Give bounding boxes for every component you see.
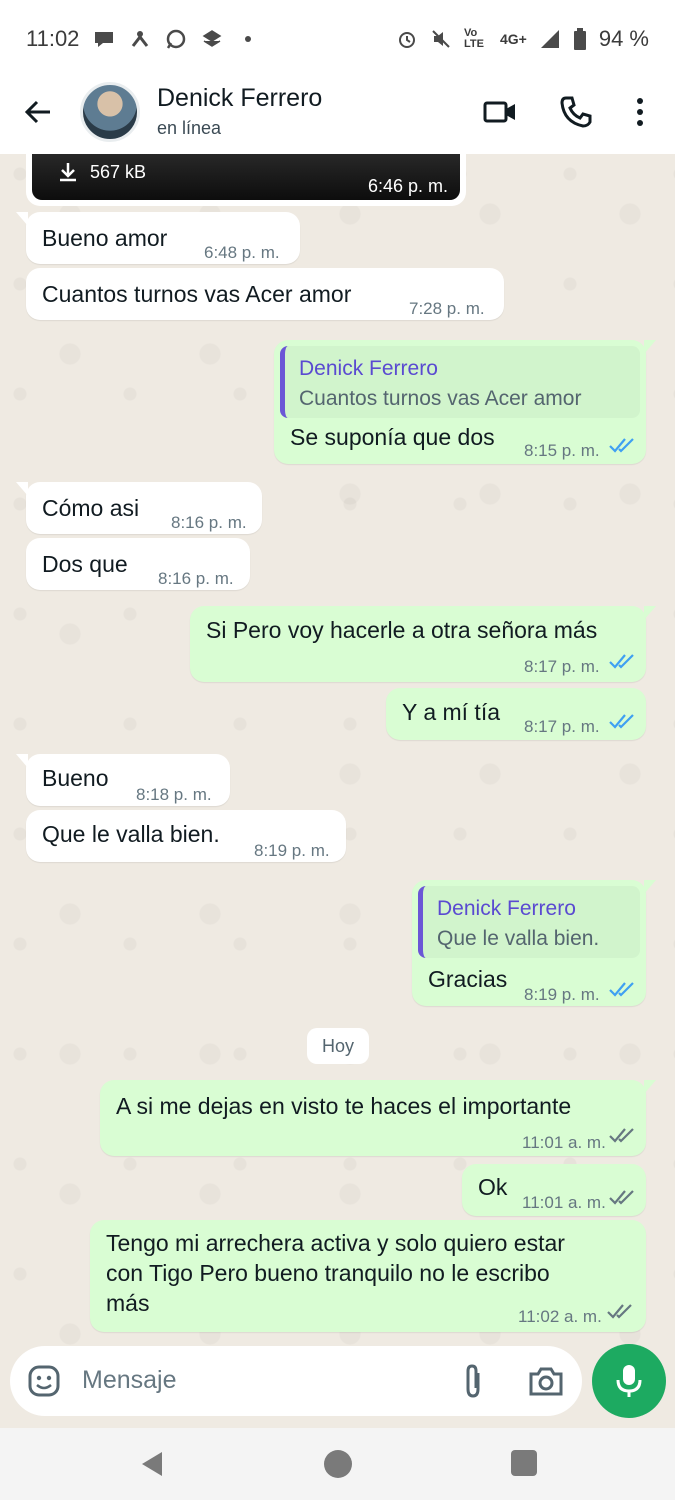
battery-icon [573,28,586,50]
contact-status: en línea [157,118,222,138]
contact-name[interactable]: Denick Ferrero [157,84,322,113]
incoming-message[interactable]: Bueno 8:18 p. m. [16,754,230,806]
clock: 11:02 [26,26,80,51]
read-ticks-icon [609,438,634,453]
message-input[interactable]: Mensaje [82,1366,177,1395]
outgoing-message[interactable]: Denick Ferrero Cuantos turnos vas Acer a… [274,340,656,464]
system-navigation-bar [0,1428,675,1500]
incoming-message[interactable]: Que le valla bien. 8:19 p. m. [26,810,346,862]
message-text: Cuantos turnos vas Acer amor [42,281,352,307]
message-text: Gracias [428,966,508,992]
status-bar: 11:02 Vo LTE 4G+ 94 % [0,0,675,78]
quoted-author: Denick Ferrero [437,897,576,920]
attach-clip-icon[interactable] [458,1363,488,1399]
stack-notification-icon [203,30,222,47]
volte-indicator: Vo LTE [463,27,484,50]
network-share-icon [132,31,149,47]
message-text: Ok [478,1174,508,1200]
quoted-message[interactable]: Denick Ferrero Que le valla bien. [418,886,640,958]
nav-recents-icon[interactable] [511,1450,537,1476]
incoming-message[interactable]: Bueno amor 6:48 p. m. [16,212,300,264]
nav-back-icon[interactable] [138,1450,166,1478]
chat-area[interactable]: 567 kB 6:46 p. m. Bueno amor 6:48 p. m. … [0,154,675,1348]
message-time: 11:01 a. m. [522,1193,606,1212]
quoted-text: Cuantos turnos vas Acer amor [299,387,582,410]
message-text: Dos que [42,551,128,577]
nav-home-icon[interactable] [324,1450,352,1478]
incoming-message[interactable]: Dos que 8:16 p. m. [26,538,250,590]
microphone-icon [616,1365,642,1397]
message-time: 8:17 p. m. [524,717,600,736]
dot-icon [245,36,252,42]
battery-percent: 94 % [598,26,649,51]
sent-ticks-icon [607,1304,632,1319]
outgoing-message[interactable]: Ok 11:01 a. m. [462,1164,646,1216]
message-time: 11:02 a. m. [518,1307,602,1326]
sent-ticks-icon [609,1190,634,1205]
message-text-line: Tengo mi arrechera activa y solo quiero … [106,1230,565,1256]
incoming-message[interactable]: Cuantos turnos vas Acer amor 7:28 p. m. [26,268,504,320]
message-time: 8:16 p. m. [158,569,234,588]
message-time: 6:48 p. m. [204,243,280,262]
media-size: 567 kB [90,162,147,182]
message-text: A si me dejas en visto te haces el impor… [116,1093,572,1119]
media-thumbnail[interactable]: 567 kB 6:46 p. m. [32,154,460,200]
message-time: 11:01 a. m. [522,1133,606,1152]
camera-icon[interactable] [528,1364,564,1398]
chat-header: Denick Ferrero en línea [0,78,675,154]
outgoing-message[interactable]: Y a mí tía 8:17 p. m. [386,688,646,740]
network-type: 4G+ [499,30,527,47]
whatsapp-notification-icon [167,29,186,49]
day-separator: Hoy [307,1028,369,1064]
outgoing-message[interactable]: Denick Ferrero Que le valla bien. Gracia… [412,880,656,1006]
sent-ticks-icon [609,1128,634,1143]
outgoing-message[interactable]: Tengo mi arrechera activa y solo quiero … [90,1220,646,1332]
message-text: Y a mí tía [402,699,501,725]
video-call-icon[interactable] [482,94,518,130]
message-text: Que le valla bien. [42,821,220,847]
outgoing-message[interactable]: A si me dejas en visto te haces el impor… [100,1080,656,1156]
message-time: 8:19 p. m. [524,985,600,1004]
message-text: Si Pero voy hacerle a otra señora más [206,617,598,643]
contact-avatar[interactable] [80,82,140,142]
media-message[interactable]: 567 kB 6:46 p. m. [26,154,466,206]
message-time: 8:15 p. m. [524,441,600,460]
more-options-icon[interactable] [622,94,658,130]
quoted-message[interactable]: Denick Ferrero Cuantos turnos vas Acer a… [280,346,640,418]
message-text-line: con Tigo Pero bueno tranquilo no le escr… [106,1260,550,1286]
message-time: 8:17 p. m. [524,657,600,676]
message-text-line: más [106,1290,150,1316]
download-icon[interactable] [56,160,80,184]
message-time: 8:16 p. m. [171,513,247,532]
message-text: Bueno [42,765,109,791]
chat-notification-icon [95,32,114,47]
back-arrow-icon[interactable] [20,94,56,130]
message-input-bar[interactable]: Mensaje [10,1346,582,1416]
sticker-emoji-icon[interactable] [26,1363,62,1399]
quoted-author: Denick Ferrero [299,357,438,380]
voice-message-button[interactable] [592,1344,666,1418]
outgoing-message[interactable]: Si Pero voy hacerle a otra señora más 8:… [190,606,656,682]
incoming-message[interactable]: Cómo asi 8:16 p. m. [16,482,262,534]
message-text: Cómo asi [42,495,140,521]
message-text: Se suponía que dos [290,424,495,450]
signal-icon [540,30,559,48]
message-time: 8:18 p. m. [136,785,212,804]
alarm-icon [398,32,415,48]
message-text: Bueno amor [42,225,168,251]
phone-call-icon[interactable] [558,94,594,130]
mute-icon [432,30,450,48]
read-ticks-icon [609,982,634,997]
message-time: 6:46 p. m. [367,176,448,196]
read-ticks-icon [609,654,634,669]
read-ticks-icon [609,714,634,729]
message-time: 7:28 p. m. [409,299,485,318]
quoted-text: Que le valla bien. [437,927,600,950]
message-time: 8:19 p. m. [254,841,330,860]
